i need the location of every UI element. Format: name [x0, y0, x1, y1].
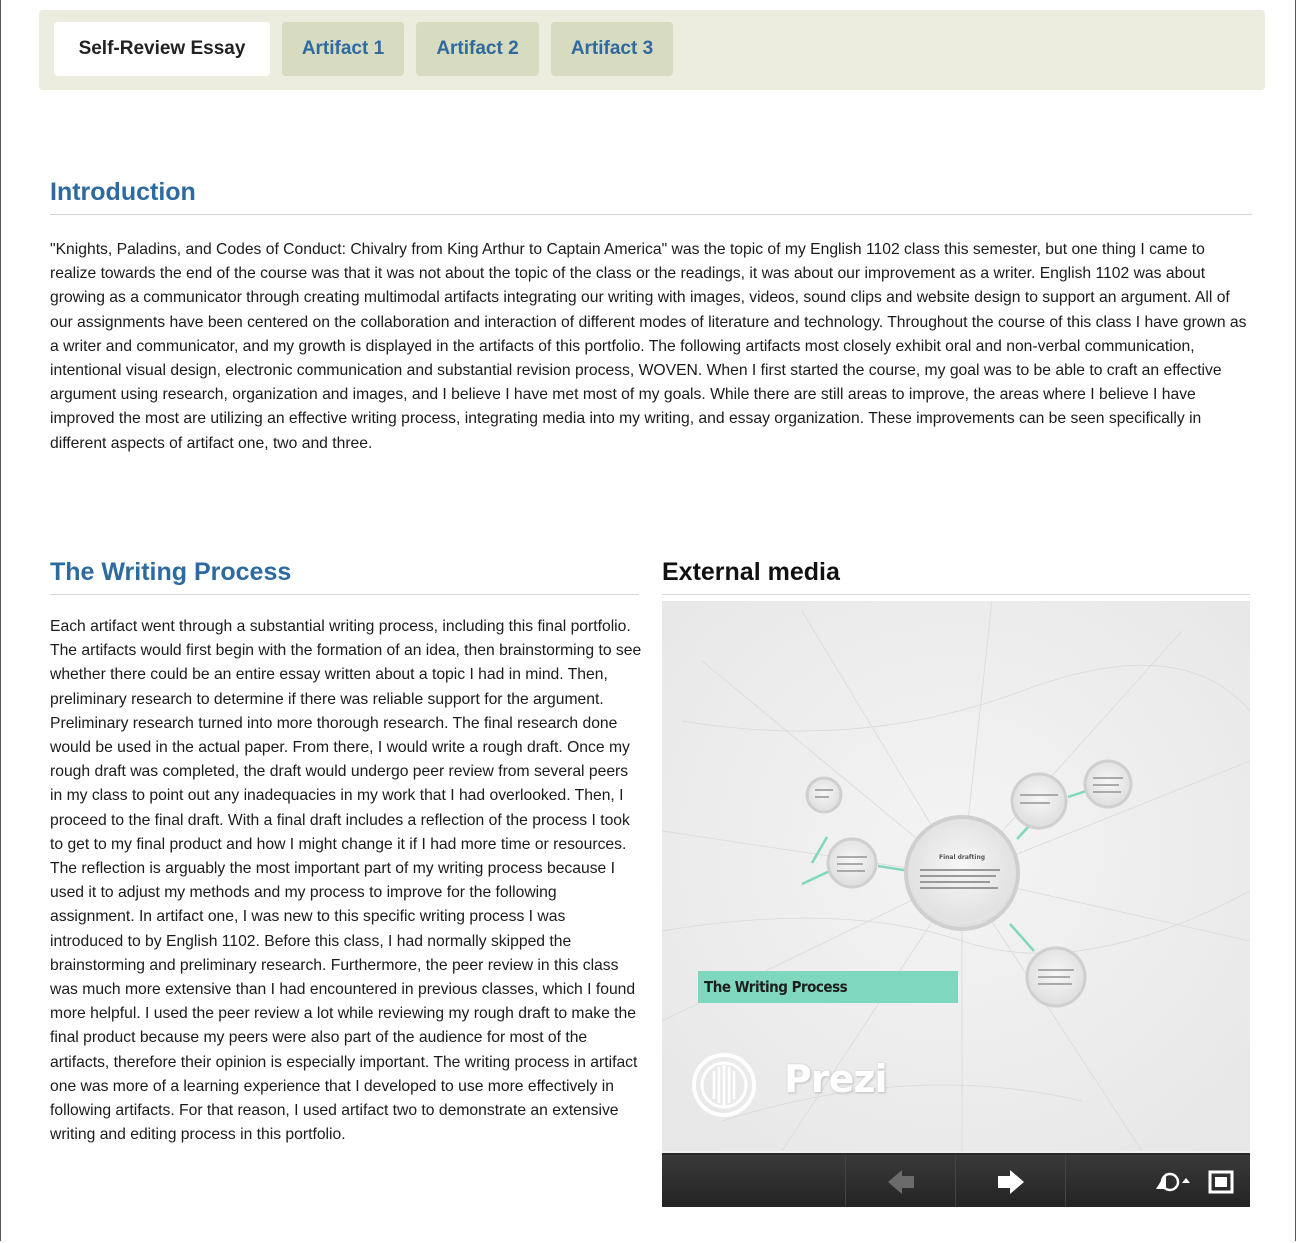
- prezi-controls: [662, 1153, 1250, 1207]
- next-button[interactable]: [955, 1155, 1066, 1207]
- writing-process-heading: The Writing Process: [50, 558, 292, 586]
- autoplay-icon[interactable]: [1152, 1167, 1192, 1197]
- fullscreen-icon[interactable]: [1206, 1168, 1236, 1196]
- arrow-right-icon: [998, 1170, 1024, 1194]
- prezi-logo-icon: [692, 1053, 756, 1117]
- introduction-body: "Knights, Paladins, and Codes of Conduct…: [50, 241, 1247, 452]
- external-media-divider: [662, 594, 1250, 595]
- external-media-heading: External media: [662, 558, 840, 586]
- center-node-title: Final drafting: [939, 854, 985, 861]
- prezi-embed[interactable]: Final drafting The Writing Process Prezi: [662, 601, 1250, 1207]
- introduction-heading: Introduction: [50, 178, 196, 206]
- prezi-title-banner: The Writing Process: [698, 971, 958, 1003]
- prezi-logo: Prezi: [684, 1049, 904, 1119]
- prezi-logo-text: Prezi: [784, 1057, 888, 1101]
- prev-button[interactable]: [845, 1155, 956, 1207]
- tab-artifact-1[interactable]: Artifact 1: [282, 22, 404, 76]
- tab-bar: Self-Review Essay Artifact 1 Artifact 2 …: [39, 10, 1265, 90]
- tab-artifact-2[interactable]: Artifact 2: [416, 22, 539, 76]
- tab-artifact-3[interactable]: Artifact 3: [551, 22, 673, 76]
- introduction-divider: [50, 214, 1252, 215]
- writing-process-body: Each artifact went through a substantial…: [50, 618, 642, 1144]
- tab-self-review-essay[interactable]: Self-Review Essay: [54, 22, 270, 76]
- arrow-left-icon: [888, 1170, 914, 1194]
- playback-controls: [1065, 1155, 1250, 1207]
- writing-process-divider: [50, 594, 639, 595]
